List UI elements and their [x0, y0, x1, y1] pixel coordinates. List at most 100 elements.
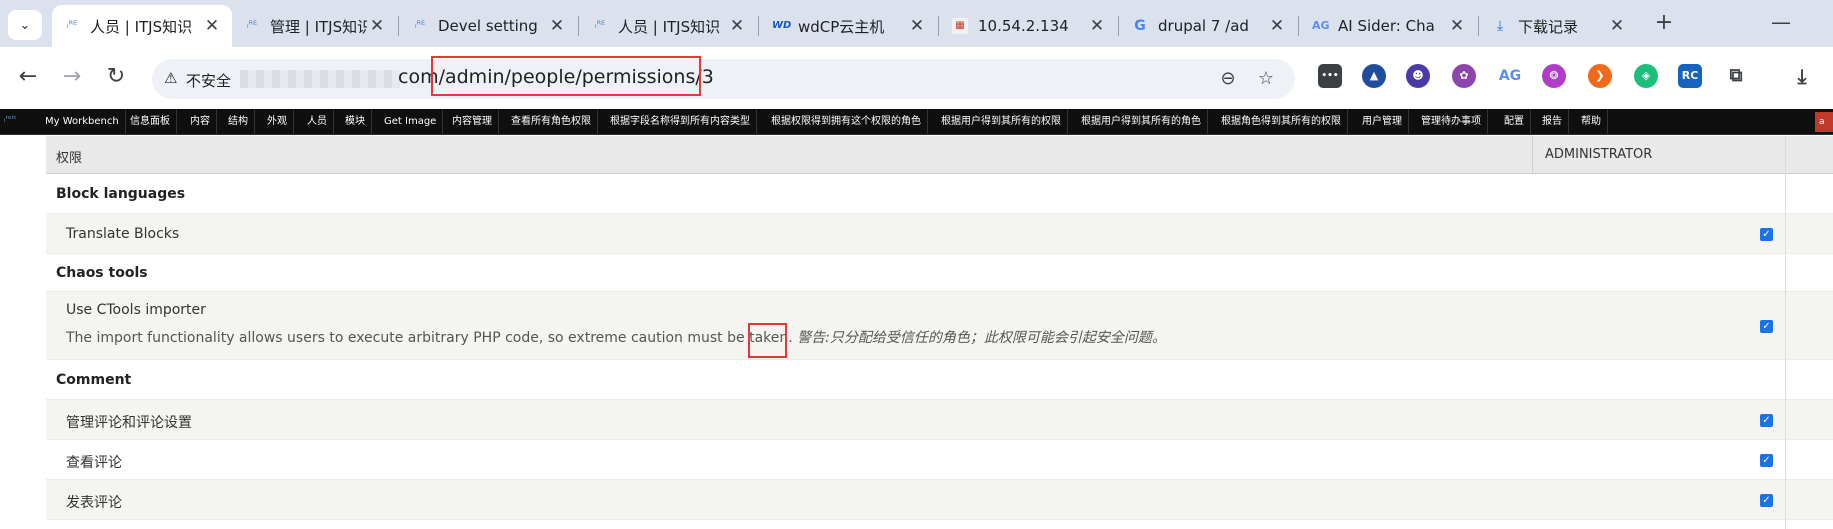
module-row: Comment — [46, 360, 1833, 400]
itjs-logo-icon: ᵢᴿᴱ — [246, 20, 258, 31]
warning-text: 只分配给受信任的角色；此权限可能会引起安全问题。 — [829, 330, 1166, 346]
admin-menu-item[interactable]: 用户管理 — [1356, 109, 1409, 135]
tab-title: 人员 | ITJS知识 — [90, 17, 193, 36]
close-icon[interactable]: ✕ — [1607, 16, 1627, 36]
checkbox-checked[interactable]: ✓ — [1760, 494, 1773, 507]
ext-download-icon[interactable]: ⤓ — [1790, 64, 1814, 88]
checkbox-checked[interactable]: ✓ — [1760, 320, 1773, 333]
ext-puzzle-icon[interactable]: ⧉ — [1724, 64, 1748, 88]
ext-leaf-icon[interactable]: ◈ — [1634, 64, 1658, 88]
aisider-logo-icon: AG — [1312, 19, 1330, 32]
ext-triangle-icon[interactable]: ▲ — [1362, 64, 1386, 88]
warning-icon[interactable]: ⚠ — [164, 69, 177, 87]
admin-menu-item[interactable]: 根据字段名称得到所有内容类型 — [604, 109, 757, 135]
admin-menu-item[interactable]: 根据角色得到其所有的权限 — [1215, 109, 1348, 135]
tab-title: Devel setting — [438, 17, 538, 35]
admin-menu-item[interactable]: 根据用户得到其所有的权限 — [935, 109, 1068, 135]
admin-menu-item[interactable]: 根据用户得到其所有的角色 — [1075, 109, 1208, 135]
tab-search-button[interactable]: ⌄ — [8, 10, 42, 40]
admin-menu-item[interactable]: 结构 — [222, 109, 255, 135]
admin-menu-item[interactable]: 根据权限得到拥有这个权限的角色 — [765, 109, 928, 135]
site-logo-icon[interactable]: ᵢʳᵉⁱᶜ — [4, 115, 17, 125]
close-icon[interactable]: ✕ — [727, 16, 747, 36]
browser-tab-7[interactable]: G drupal 7 /ad ✕ — [1120, 5, 1297, 47]
admin-menu-item[interactable]: 查看所有角色权限 — [505, 109, 598, 135]
tab-separator — [938, 16, 939, 36]
admin-menu-item[interactable]: 信息面板 — [124, 109, 177, 135]
tab-separator — [1478, 16, 1479, 36]
browser-tab-6[interactable]: ▦ 10.54.2.134 ✕ — [940, 5, 1117, 47]
ext-orange-icon[interactable]: ❯ — [1588, 64, 1612, 88]
close-icon[interactable]: ✕ — [202, 16, 222, 36]
module-row: Block languages — [46, 174, 1833, 214]
close-icon[interactable]: ✕ — [907, 16, 927, 36]
ext-dots-icon[interactable]: ••• — [1318, 64, 1342, 88]
permission-row: 查看评论 ✓ — [46, 440, 1833, 480]
user-account-badge[interactable]: a — [1815, 112, 1833, 132]
itjs-logo-icon: ᵢᴿᴱ — [594, 20, 606, 31]
minimize-window-button[interactable]: — — [1766, 10, 1796, 38]
admin-menu-item[interactable]: 报告 — [1536, 109, 1569, 135]
browser-tab-bar: ⌄ ᵢᴿᴱ 人员 | ITJS知识 ✕ ᵢᴿᴱ 管理 | ITJS知识 ✕ ᵢᴿ… — [0, 0, 1833, 47]
forward-button[interactable]: → — [56, 62, 88, 94]
admin-menu-item[interactable]: My Workbench — [39, 109, 126, 135]
admin-menu-item[interactable]: 配置 — [1498, 109, 1531, 135]
admin-menu-item[interactable]: 内容管理 — [446, 109, 499, 135]
browser-tab-1[interactable]: ᵢᴿᴱ 人员 | ITJS知识 ✕ — [52, 5, 232, 47]
browser-tab-2[interactable]: ᵢᴿᴱ 管理 | ITJS知识 ✕ — [232, 5, 397, 47]
zoom-icon[interactable]: ⊖ — [1217, 68, 1239, 90]
browser-tab-5[interactable]: WD wdCP云主机 ✕ — [760, 5, 937, 47]
close-icon[interactable]: ✕ — [1087, 16, 1107, 36]
plus-icon: + — [1654, 10, 1674, 35]
browser-tab-9[interactable]: ⤓ 下载记录 ✕ — [1480, 5, 1637, 47]
admin-menu-item[interactable]: 帮助 — [1575, 109, 1608, 135]
admin-menu-item[interactable]: 管理待办事项 — [1415, 109, 1488, 135]
admin-menu-item[interactable]: Get Image — [378, 109, 444, 135]
checkbox-checked[interactable]: ✓ — [1760, 414, 1773, 427]
ext-rc-icon[interactable]: RC — [1678, 64, 1702, 88]
checkbox-checked[interactable]: ✓ — [1760, 454, 1773, 467]
checkbox-checked[interactable]: ✓ — [1760, 228, 1773, 241]
permission-name: Translate Blocks — [66, 226, 180, 242]
admin-menu-bar: ᵢʳᵉⁱᶜ My Workbench 信息面板 内容 结构 外观 人员 模块 G… — [0, 109, 1833, 135]
browser-tab-8[interactable]: AG AI Sider: Cha ✕ — [1300, 5, 1477, 47]
tab-separator — [398, 16, 399, 36]
address-bar[interactable]: ⚠ 不安全 com/admin/people/permissions/3 ⊖ ☆ — [152, 59, 1295, 99]
permission-description: The import functionality allows users to… — [66, 327, 1166, 347]
tab-title: 10.54.2.134 — [978, 17, 1069, 35]
admin-menu-item[interactable]: 内容 — [184, 109, 217, 135]
reload-icon: ↻ — [106, 64, 126, 89]
ext-brain-icon[interactable]: ❂ — [1542, 64, 1566, 88]
google-logo-icon: G — [1134, 18, 1146, 34]
ext-gear-icon[interactable]: ✿ — [1452, 64, 1476, 88]
close-icon[interactable]: ✕ — [1267, 16, 1287, 36]
reload-button[interactable]: ↻ — [100, 62, 132, 94]
close-icon[interactable]: ✕ — [547, 16, 567, 36]
module-title: Block languages — [56, 186, 186, 202]
close-icon[interactable]: ✕ — [367, 16, 387, 36]
role-column-header[interactable]: ADMINISTRATOR — [1532, 136, 1833, 174]
tab-title: 下载记录 — [1518, 17, 1579, 36]
ext-face-icon[interactable]: ☻ — [1406, 64, 1430, 88]
tab-separator — [758, 16, 759, 36]
phpmyadmin-logo-icon: ▦ — [952, 18, 968, 34]
browser-tab-4[interactable]: ᵢᴿᴱ 人员 | ITJS知识 ✕ — [580, 5, 757, 47]
browser-tab-3[interactable]: ᵢᴿᴱ Devel setting ✕ — [400, 5, 577, 47]
ext-ag-icon[interactable]: AG — [1498, 64, 1522, 88]
permission-row: Use CTools importer The import functiona… — [46, 292, 1833, 360]
admin-menu-item[interactable]: 人员 — [301, 109, 334, 135]
admin-menu-item[interactable]: 模块 — [339, 109, 372, 135]
new-tab-button[interactable]: + — [1650, 10, 1678, 38]
chevron-down-icon: ⌄ — [19, 17, 31, 33]
itjs-logo-icon: ᵢᴿᴱ — [66, 20, 78, 31]
bookmark-star-icon[interactable]: ☆ — [1255, 68, 1277, 90]
close-icon[interactable]: ✕ — [1447, 16, 1467, 36]
admin-menu-item[interactable]: 外观 — [261, 109, 294, 135]
url-path-highlight — [431, 56, 701, 96]
insecure-label[interactable]: 不安全 — [186, 70, 231, 91]
back-button[interactable]: ← — [12, 62, 44, 94]
permission-name: 查看评论 — [66, 455, 122, 471]
permission-column-header[interactable]: 权限 — [56, 147, 82, 166]
minimize-icon: — — [1771, 10, 1791, 34]
redacted-domain — [240, 70, 400, 88]
